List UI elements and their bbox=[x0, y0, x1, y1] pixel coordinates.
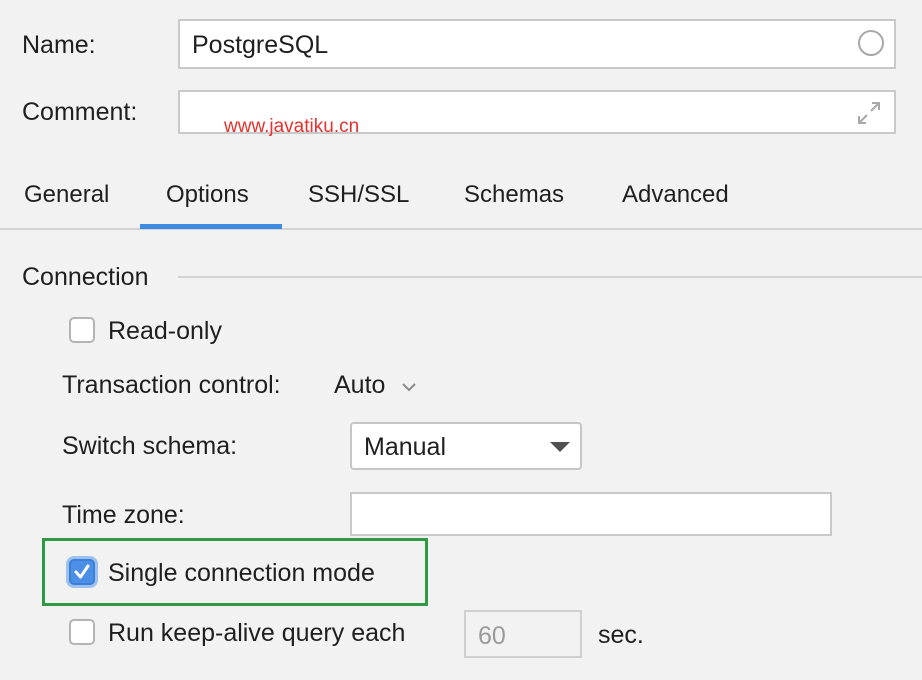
expand-icon[interactable] bbox=[856, 100, 882, 126]
single-connection-mode-checkbox[interactable] bbox=[69, 559, 95, 585]
tab-advanced[interactable]: Advanced bbox=[622, 183, 729, 207]
transaction-control-label: Transaction control: bbox=[62, 371, 281, 399]
keep-alive-checkbox[interactable] bbox=[69, 619, 95, 645]
checkmark-icon bbox=[74, 564, 90, 579]
chevron-down-icon bbox=[400, 380, 418, 399]
tab-ssh-ssl[interactable]: SSH/SSL bbox=[308, 183, 409, 207]
keep-alive-seconds-value: 60 bbox=[478, 622, 506, 650]
tab-options[interactable]: Options bbox=[166, 183, 249, 207]
single-connection-mode-label: Single connection mode bbox=[108, 559, 375, 587]
comment-label: Comment: bbox=[22, 98, 138, 126]
tabs-divider bbox=[0, 228, 922, 230]
name-input[interactable]: PostgreSQL bbox=[178, 19, 896, 69]
switch-schema-select[interactable]: Manual bbox=[350, 422, 582, 470]
read-only-checkbox[interactable] bbox=[69, 317, 95, 343]
name-label: Name: bbox=[22, 31, 96, 59]
circle-icon[interactable] bbox=[858, 30, 884, 56]
time-zone-input[interactable] bbox=[350, 492, 832, 536]
tab-general[interactable]: General bbox=[24, 183, 109, 207]
triangle-down-icon bbox=[550, 442, 570, 452]
transaction-control-dropdown[interactable]: Auto bbox=[334, 370, 424, 402]
selected-tab-indicator bbox=[140, 224, 282, 229]
section-title-connection: Connection bbox=[22, 263, 149, 291]
switch-schema-value: Manual bbox=[364, 433, 446, 461]
section-divider bbox=[178, 276, 922, 278]
switch-schema-label: Switch schema: bbox=[62, 432, 238, 460]
time-zone-label: Time zone: bbox=[62, 501, 185, 529]
tab-schemas[interactable]: Schemas bbox=[464, 183, 564, 207]
name-input-value: PostgreSQL bbox=[192, 31, 329, 59]
read-only-label: Read-only bbox=[108, 317, 222, 345]
transaction-control-value: Auto bbox=[334, 371, 386, 399]
keep-alive-unit: sec. bbox=[598, 621, 644, 649]
watermark-text: www.javatiku.cn bbox=[224, 116, 360, 137]
keep-alive-label: Run keep-alive query each bbox=[108, 619, 406, 647]
keep-alive-seconds-input[interactable]: 60 bbox=[464, 610, 582, 658]
